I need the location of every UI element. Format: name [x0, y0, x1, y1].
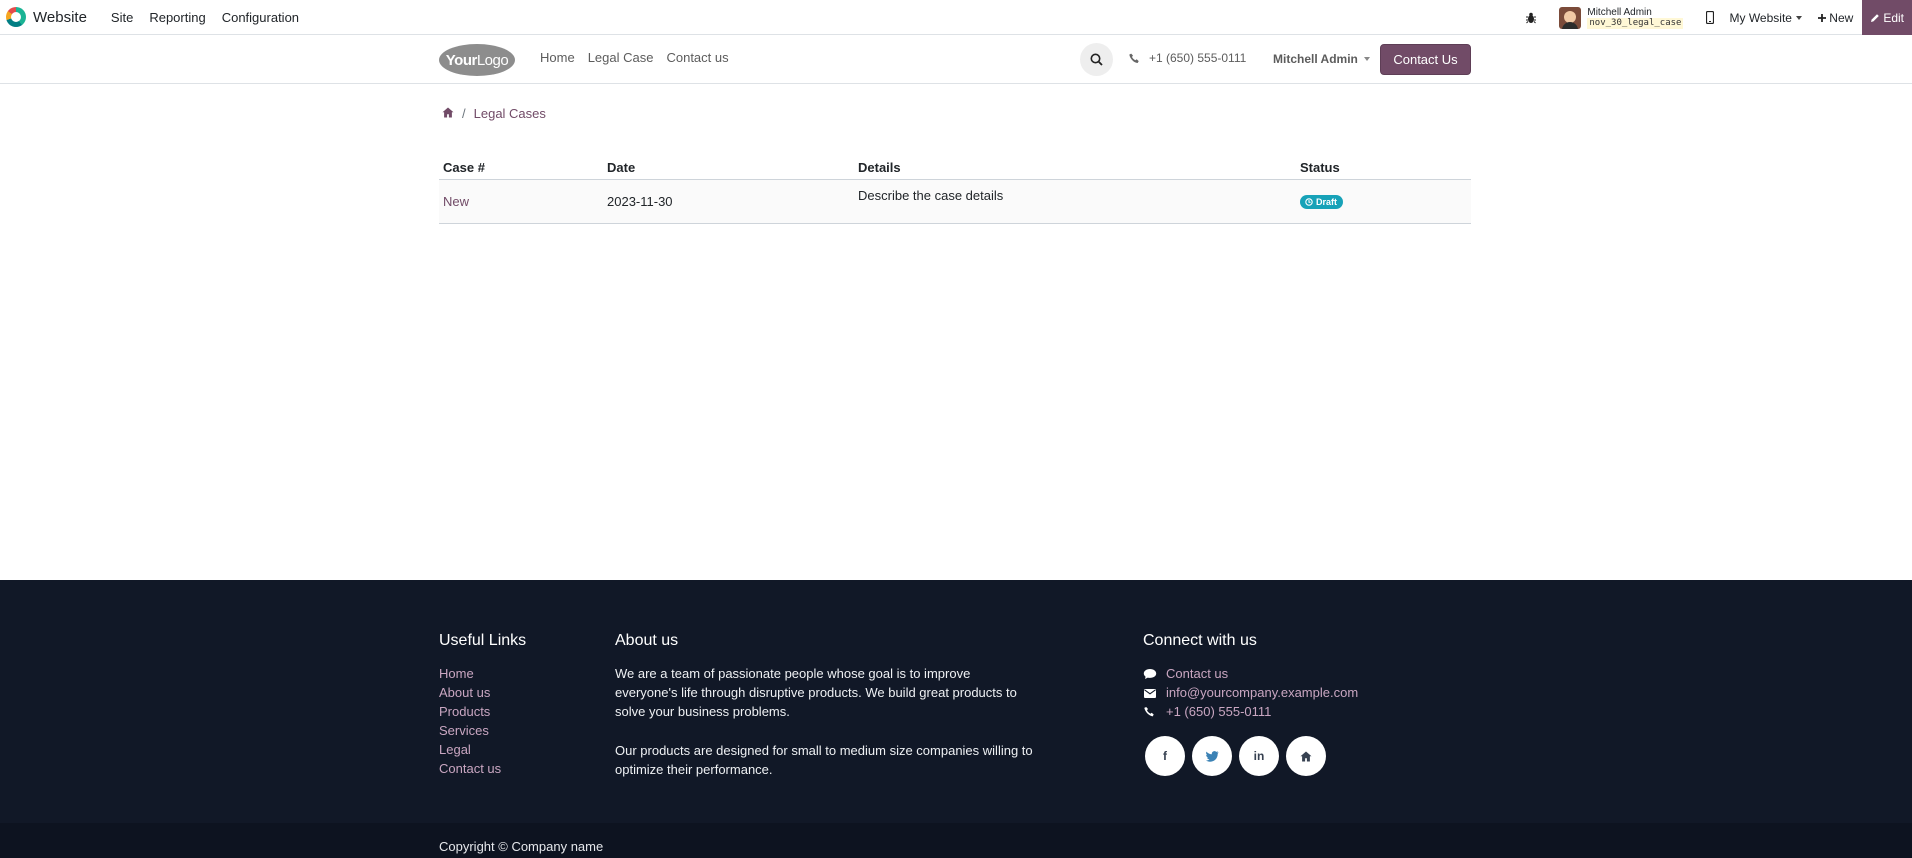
footer-link-products[interactable]: Products	[439, 702, 501, 721]
menu-reporting[interactable]: Reporting	[141, 10, 213, 25]
table-header-row: Case # Date Details Status	[439, 156, 1471, 180]
copyright-text: Copyright © Company name	[439, 839, 604, 854]
details-cell: Describe the case details	[854, 179, 1296, 224]
contact-us-button[interactable]: Contact Us	[1380, 44, 1471, 75]
breadcrumb-separator: /	[462, 106, 466, 121]
case-link[interactable]: New	[443, 194, 469, 209]
chevron-down-icon	[1363, 57, 1370, 61]
footer-link-services[interactable]: Services	[439, 721, 501, 740]
logo-bold-text: Your	[445, 51, 478, 69]
footer-link-home[interactable]: Home	[439, 664, 501, 683]
avatar	[1559, 6, 1582, 29]
debug-bug-icon[interactable]	[1519, 6, 1543, 30]
breadcrumb: / Legal Cases	[442, 106, 546, 121]
menu-site[interactable]: Site	[103, 10, 141, 25]
header-phone-number: +1 (650) 555-0111	[1149, 51, 1247, 65]
connect-email-label: info@yourcompany.example.com	[1166, 685, 1359, 700]
site-footer: Useful Links Home About us Products Serv…	[0, 580, 1912, 823]
nav-legal-case[interactable]: Legal Case	[588, 50, 654, 65]
database-name: nov_30_legal_case	[1587, 17, 1684, 29]
footer-link-about[interactable]: About us	[439, 683, 501, 702]
edit-label: Edit	[1883, 10, 1904, 25]
about-paragraph-1: We are a team of passionate people whose…	[615, 666, 1017, 719]
envelope-icon	[1144, 688, 1156, 698]
user-name: Mitchell Admin	[1587, 6, 1652, 18]
new-label: New	[1829, 10, 1854, 25]
case-number-cell: New	[439, 179, 603, 224]
status-badge: Draft	[1300, 194, 1344, 209]
plus-icon	[1817, 13, 1826, 22]
status-label: Draft	[1316, 196, 1338, 207]
date-cell: 2023-11-30	[603, 179, 854, 224]
nav-contact-us[interactable]: Contact us	[666, 50, 728, 65]
menu-configuration[interactable]: Configuration	[214, 10, 307, 25]
col-date: Date	[603, 156, 854, 180]
about-text: We are a team of passionate people whose…	[615, 664, 1035, 779]
legal-cases-table: Case # Date Details Status New 2023-11-3…	[439, 156, 1471, 224]
footer-link-contact[interactable]: Contact us	[439, 759, 501, 778]
main-nav: Home Legal Case Contact us	[540, 50, 742, 65]
odoo-app-icon	[6, 7, 26, 27]
search-icon	[1090, 53, 1103, 66]
col-details: Details	[854, 156, 1296, 180]
logo-light-text: Logo	[476, 51, 509, 69]
app-name: Website	[33, 8, 87, 26]
search-button[interactable]	[1080, 43, 1113, 76]
mobile-preview-icon[interactable]	[1701, 6, 1719, 30]
breadcrumb-current[interactable]: Legal Cases	[474, 106, 546, 121]
website-switcher[interactable]: My Website	[1729, 10, 1802, 25]
connect-list: Contact us info@yourcompany.example.com …	[1143, 664, 1358, 721]
website-header: Your Logo Home Legal Case Contact us +1 (…	[0, 35, 1912, 84]
about-title: About us	[615, 632, 679, 649]
user-dropdown[interactable]: Mitchell Admin	[1273, 52, 1370, 66]
connect-contact-row[interactable]: Contact us	[1143, 664, 1358, 683]
user-switcher[interactable]: Mitchell Admin nov_30_legal_case	[1559, 6, 1684, 29]
chevron-down-icon	[1795, 15, 1802, 20]
edit-button[interactable]: Edit	[1862, 0, 1912, 35]
twitter-icon[interactable]	[1192, 736, 1232, 776]
connect-phone-label: +1 (650) 555-0111	[1166, 704, 1272, 719]
col-case-number: Case #	[439, 156, 603, 180]
footer-link-legal[interactable]: Legal	[439, 740, 501, 759]
social-links: f in	[1145, 736, 1333, 776]
pencil-icon	[1871, 13, 1880, 22]
col-status: Status	[1296, 156, 1471, 180]
website-switcher-label: My Website	[1729, 10, 1792, 25]
connect-title: Connect with us	[1143, 632, 1257, 649]
phone-icon	[1144, 706, 1154, 716]
admin-navbar: Website Site Reporting Configuration Mit…	[0, 0, 1912, 35]
table-row[interactable]: New 2023-11-30 Describe the case details…	[439, 179, 1471, 224]
clock-icon	[1305, 197, 1313, 206]
company-logo[interactable]: Your Logo	[439, 44, 515, 76]
connect-contact-label: Contact us	[1166, 666, 1229, 681]
home-icon[interactable]	[1286, 736, 1326, 776]
status-cell: Draft	[1296, 179, 1471, 224]
user-dropdown-label: Mitchell Admin	[1273, 52, 1358, 66]
connect-email-row[interactable]: info@yourcompany.example.com	[1143, 683, 1358, 702]
app-brand[interactable]: Website	[0, 0, 103, 34]
copyright-bar: Copyright © Company name	[0, 823, 1912, 858]
new-content-button[interactable]: New	[1817, 10, 1854, 25]
home-icon[interactable]	[442, 106, 454, 121]
facebook-icon[interactable]: f	[1145, 736, 1185, 776]
about-paragraph-2: Our products are designed for small to m…	[615, 743, 1033, 777]
useful-links-title: Useful Links	[439, 632, 527, 649]
useful-links-list: Home About us Products Services Legal Co…	[439, 664, 501, 778]
comment-icon	[1143, 668, 1157, 679]
connect-phone-row[interactable]: +1 (650) 555-0111	[1143, 702, 1358, 721]
linkedin-icon[interactable]: in	[1239, 736, 1279, 776]
header-phone[interactable]: +1 (650) 555-0111	[1129, 51, 1246, 65]
phone-icon	[1129, 53, 1139, 63]
nav-home[interactable]: Home	[540, 50, 575, 65]
